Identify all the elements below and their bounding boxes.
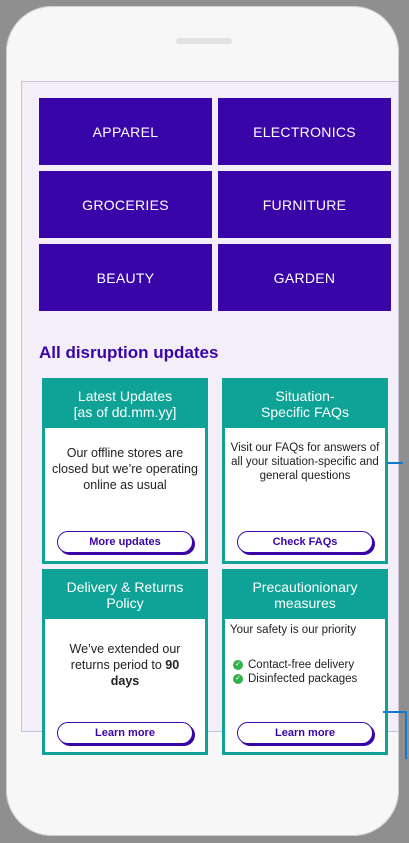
card-title: Situation-: [275, 388, 335, 404]
card-title: Latest Updates: [77, 388, 173, 404]
category-electronics[interactable]: ELECTRONICS: [218, 98, 391, 165]
list-item: ✓ Disinfected packages: [233, 672, 357, 686]
card-body: We’ve extended our returns period to 90 …: [45, 619, 205, 752]
card-text: We’ve extended our returns period to 90 …: [49, 641, 201, 689]
category-garden[interactable]: GARDEN: [218, 244, 391, 311]
learn-more-button[interactable]: Learn more: [57, 722, 193, 744]
latest-updates-card: Latest Updates [as of dd.mm.yy] Our offl…: [42, 378, 208, 564]
card-text: Visit our FAQs for answers of all your s…: [230, 442, 380, 482]
delivery-returns-card: Delivery & Returns Policy We’ve extended…: [42, 569, 208, 755]
annotation-connector: [383, 711, 407, 713]
card-body: Our offline stores are closed but we’re …: [45, 428, 205, 561]
category-groceries[interactable]: GROCERIES: [39, 171, 212, 238]
list-item-label: Disinfected packages: [248, 673, 358, 685]
precaution-card: Precautionionary measures Your safety is…: [222, 569, 388, 755]
section-title: All disruption updates: [39, 343, 219, 362]
safety-title: Your safety is our priority: [230, 624, 357, 636]
category-apparel[interactable]: APPAREL: [39, 98, 212, 165]
learn-more-button[interactable]: Learn more: [237, 722, 373, 744]
check-circle-icon: ✓: [233, 674, 243, 684]
speaker-grille: [176, 38, 232, 44]
list-item: ✓ Contact-free delivery: [233, 658, 357, 672]
app-screen: APPAREL ELECTRONICS GROCERIES FURNITURE …: [21, 81, 399, 755]
check-faqs-button[interactable]: Check FAQs: [237, 531, 373, 553]
card-title: Precautionionary: [252, 579, 358, 595]
category-beauty[interactable]: BEAUTY: [39, 244, 212, 311]
card-header: Delivery & Returns Policy: [45, 572, 205, 618]
card-subtitle: [as of dd.mm.yy]: [73, 404, 177, 420]
list-item-label: Contact-free delivery: [248, 659, 355, 671]
annotation-connector: [405, 711, 407, 759]
card-title-line2: Specific FAQs: [261, 404, 349, 420]
check-circle-icon: ✓: [233, 660, 243, 670]
card-body: Visit our FAQs for answers of all your s…: [225, 428, 385, 561]
faq-card: Situation- Specific FAQs Visit our FAQs …: [222, 378, 388, 564]
card-title-line2: measures: [274, 595, 336, 611]
card-body: Your safety is our priority ✓ Contact-fre…: [225, 619, 385, 752]
card-title: Delivery & Returns: [66, 579, 184, 595]
annotation-connector: [387, 462, 403, 464]
card-text: Our offline stores are closed but we’re …: [52, 446, 198, 492]
card-header: Precautionionary measures: [225, 572, 385, 618]
card-title-line2: Policy: [106, 595, 144, 611]
precaution-list: ✓ Contact-free delivery ✓ Disinfected pack…: [233, 658, 357, 686]
more-updates-button[interactable]: More updates: [57, 531, 193, 553]
card-header: Situation- Specific FAQs: [225, 381, 385, 427]
category-furniture[interactable]: FURNITURE: [218, 171, 391, 238]
card-header: Latest Updates [as of dd.mm.yy]: [45, 381, 205, 427]
returns-text: We’ve extended our returns period to: [69, 642, 181, 672]
